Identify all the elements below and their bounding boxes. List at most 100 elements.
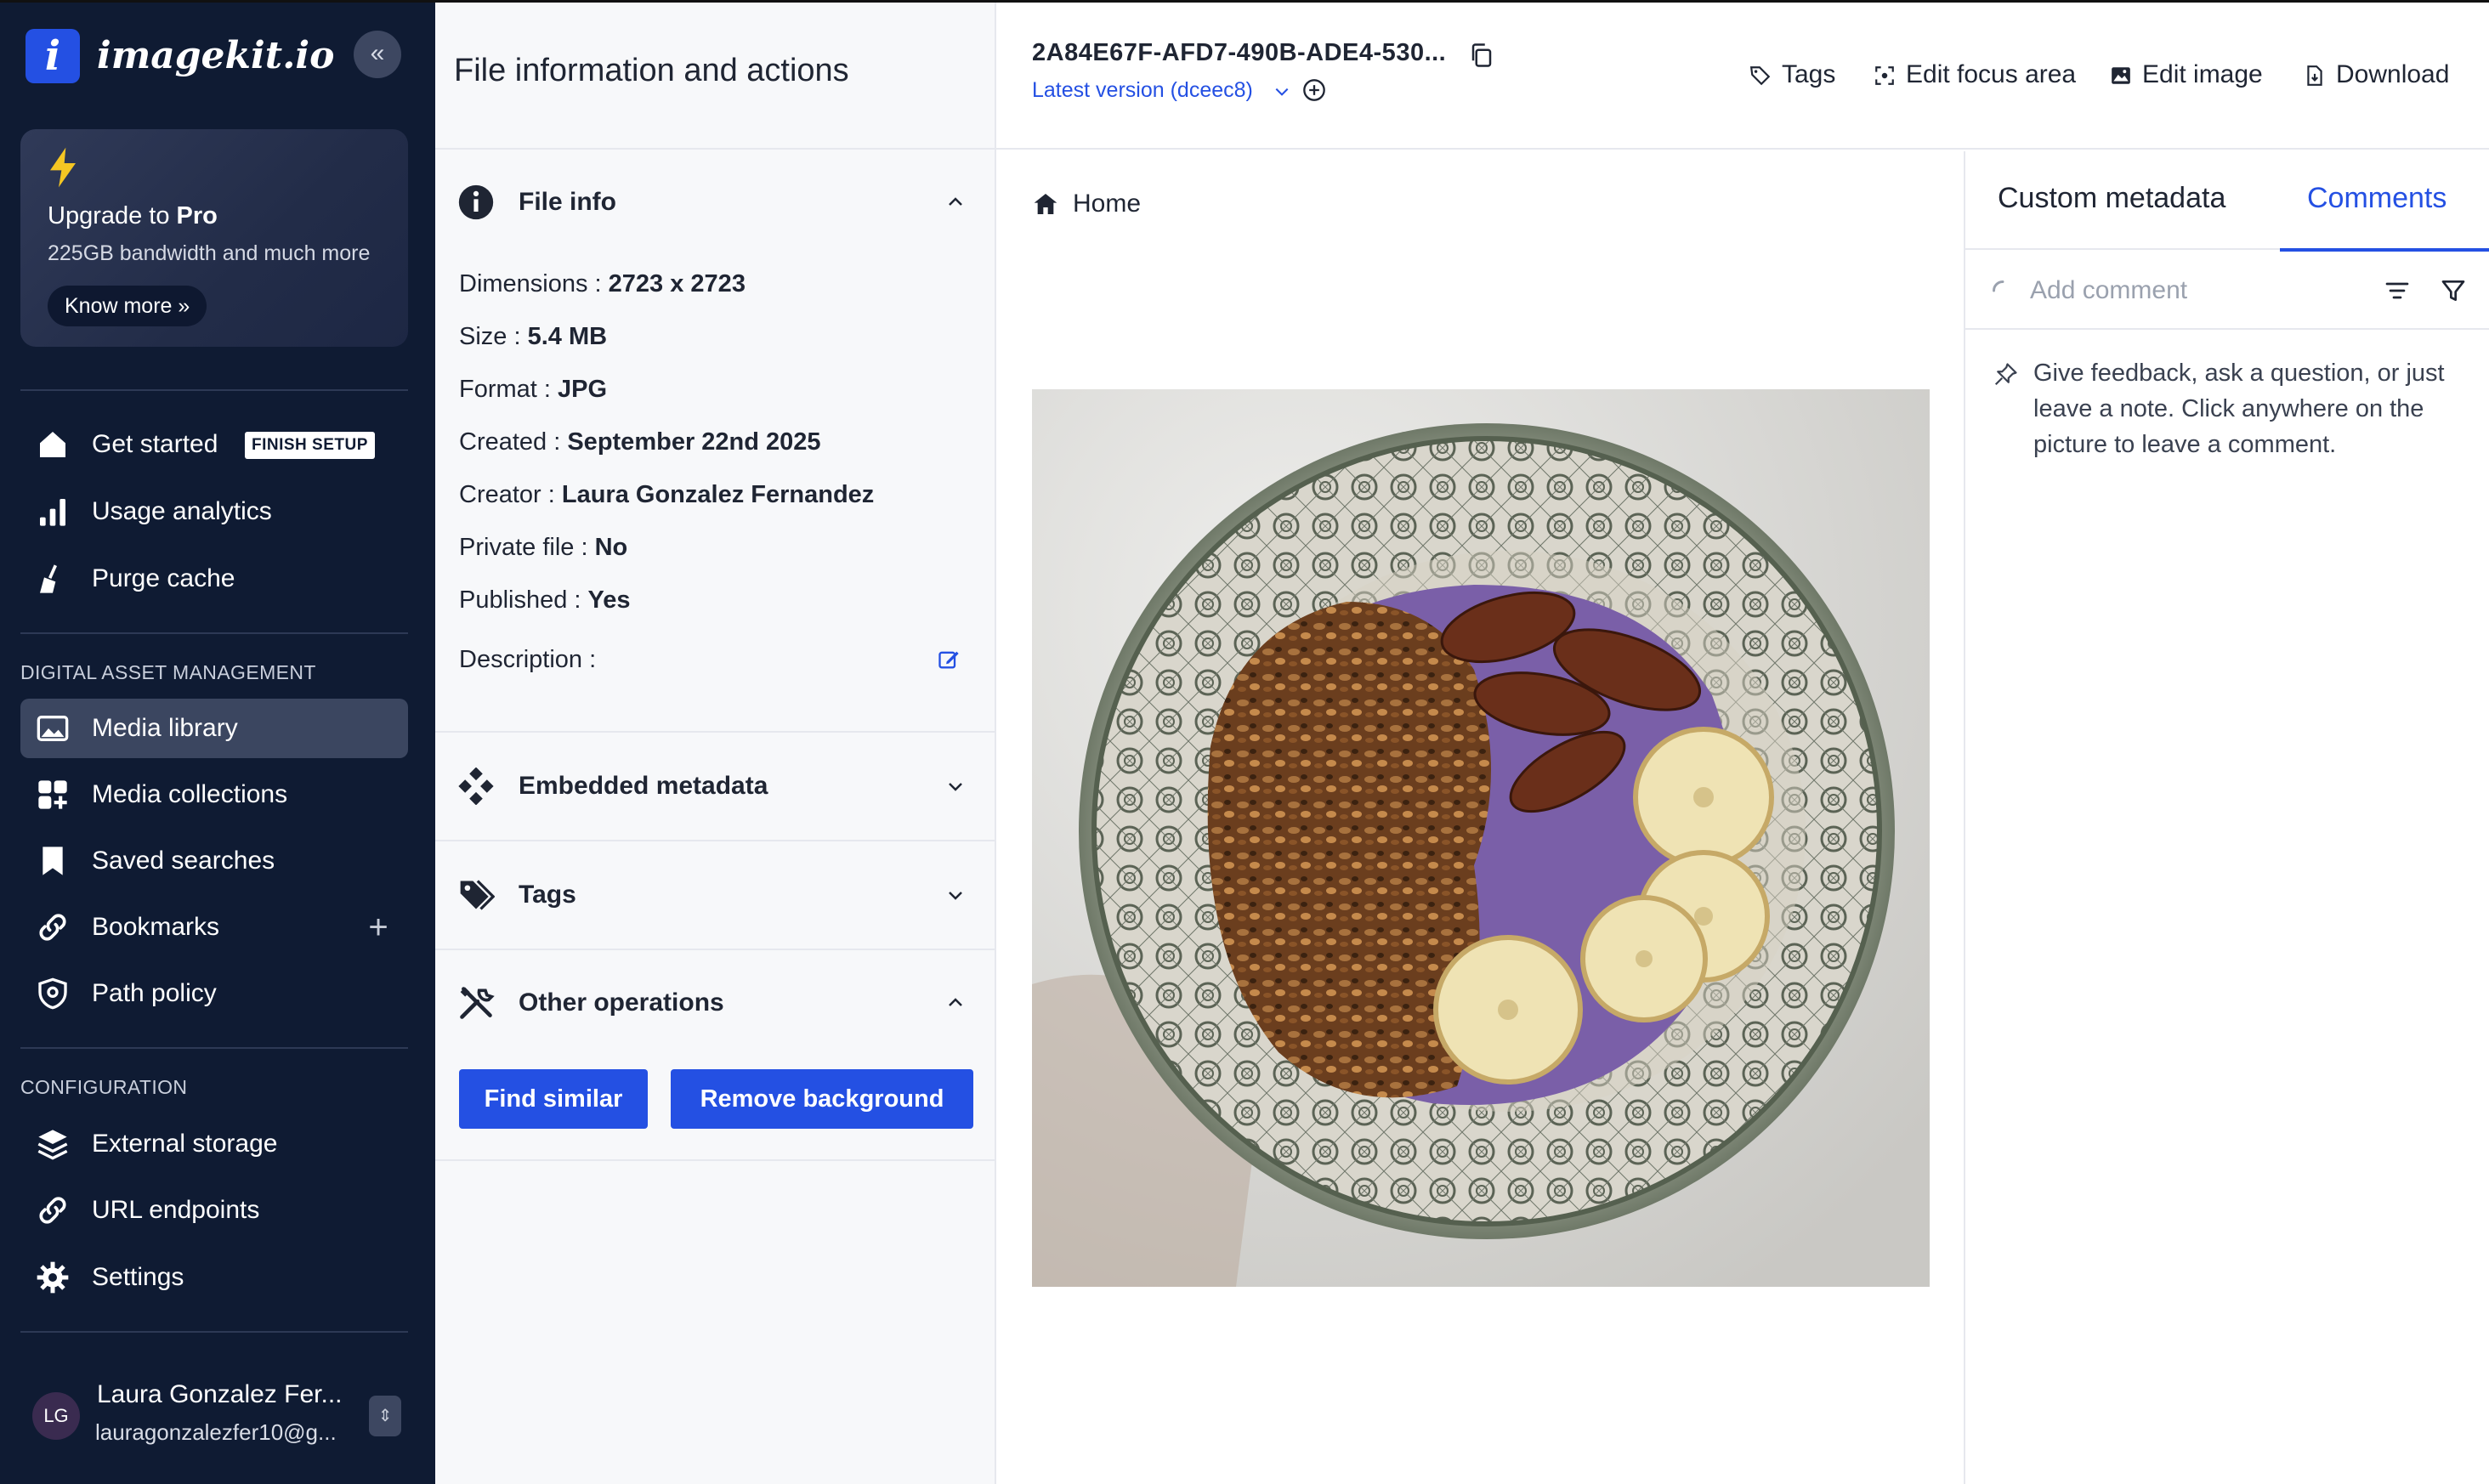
accordion-label: File info — [519, 188, 616, 216]
account-switcher-button[interactable]: ⇕ — [369, 1396, 401, 1436]
property-creator: Creator : Laura Gonzalez Fernandez — [459, 481, 875, 508]
nav-usage-analytics[interactable]: Usage analytics — [20, 482, 408, 541]
tags-icon — [460, 880, 495, 910]
divider — [20, 632, 408, 634]
nav-label: Get started — [92, 430, 218, 458]
nav-media-collections[interactable]: Media collections — [20, 765, 408, 824]
action-label: Tags — [1782, 60, 1836, 88]
breadcrumb-home: Home — [1073, 190, 1142, 218]
nav-label: External storage — [92, 1130, 278, 1158]
nav-label: Path policy — [92, 979, 217, 1007]
divider — [435, 840, 995, 841]
gear-icon — [37, 1261, 69, 1294]
image-canvas[interactable]: Home — [996, 151, 1964, 1484]
imagekit-logo-icon: i — [26, 29, 80, 83]
info-panel-header: File information and actions — [435, 0, 995, 150]
collapse-sidebar-button[interactable]: « — [354, 31, 401, 78]
bookmark-icon — [43, 847, 63, 875]
upgrade-subtitle: 225GB bandwidth and much more — [48, 241, 371, 265]
sort-icon[interactable] — [2384, 277, 2411, 304]
link-icon — [39, 914, 66, 941]
property-created: Created : September 22nd 2025 — [459, 428, 821, 456]
brand-name: imagekit.io — [97, 34, 335, 77]
user-name: Laura Gonzalez Fer... — [97, 1380, 343, 1408]
tools-icon — [460, 987, 495, 1019]
chevron-down-icon[interactable] — [1273, 83, 1290, 100]
comment-input-row: Add comment — [1965, 252, 2489, 330]
accordion-label: Tags — [519, 881, 576, 909]
chevron-down-icon[interactable] — [945, 776, 966, 796]
info-icon — [458, 184, 494, 220]
property-private-file: Private file : No — [459, 534, 628, 561]
lightning-icon — [50, 147, 76, 188]
file-info-accordion-header[interactable]: File info — [435, 177, 995, 228]
version-selector[interactable]: Latest version (dceec8) — [1032, 78, 1253, 103]
find-similar-button[interactable]: Find similar — [459, 1069, 648, 1129]
nav-path-policy[interactable]: Path policy — [20, 964, 408, 1023]
user-email: lauragonzalezfer10@g... — [95, 1419, 337, 1445]
section-label-dam: DIGITAL ASSET MANAGEMENT — [20, 661, 316, 683]
nav-label: Usage analytics — [92, 497, 272, 525]
property-published: Published : Yes — [459, 586, 631, 614]
bar-chart-icon — [40, 499, 65, 526]
nav-purge-cache[interactable]: Purge cache — [20, 549, 408, 609]
nav-bookmarks[interactable]: Bookmarks + — [20, 898, 408, 957]
layers-icon — [37, 1130, 68, 1160]
divider — [20, 1047, 408, 1049]
comments-empty-hint: Give feedback, ask a question, or just l… — [2033, 360, 2445, 458]
tags-accordion-header[interactable]: Tags — [435, 869, 995, 920]
avatar: LG — [32, 1392, 80, 1440]
nav-media-library[interactable]: Media library — [20, 699, 408, 758]
nav-label: Saved searches — [92, 847, 275, 875]
copy-icon[interactable] — [1469, 42, 1494, 68]
nav-label: Bookmarks — [92, 913, 220, 941]
nav-url-endpoints[interactable]: URL endpoints — [20, 1181, 408, 1240]
accordion-label: Embedded metadata — [519, 772, 768, 800]
tab-custom-metadata[interactable]: Custom metadata — [1998, 177, 2225, 219]
nav-label: URL endpoints — [92, 1196, 260, 1224]
accordion-label: Other operations — [519, 988, 724, 1017]
comments-panel: Custom metadata Comments Add comment Giv… — [1964, 151, 2489, 1484]
chevron-down-icon[interactable] — [945, 885, 966, 905]
tag-icon — [1749, 66, 1771, 86]
diamond-grid-icon — [458, 767, 494, 805]
finish-setup-badge: FINISH SETUP — [245, 432, 375, 459]
brand: i imagekit.io « — [26, 25, 408, 85]
collections-icon — [38, 780, 67, 809]
know-more-button[interactable]: Know more » — [48, 286, 207, 326]
main-area: 2A84E67F-AFD7-490B-ADE4-530... Latest ve… — [996, 0, 2489, 1484]
pin-icon — [1994, 363, 2017, 386]
nav-label: Media collections — [92, 780, 288, 808]
file-id: 2A84E67F-AFD7-490B-ADE4-530... — [1032, 39, 1447, 66]
remove-background-button[interactable]: Remove background — [671, 1069, 973, 1129]
chevron-up-icon[interactable] — [945, 993, 966, 1013]
file-info-panel: File information and actions File info D… — [435, 0, 996, 1484]
shield-icon — [38, 977, 67, 1010]
image-preview[interactable] — [1032, 389, 1930, 1287]
focus-icon — [1875, 66, 1894, 85]
add-bookmark-button[interactable]: + — [357, 906, 400, 949]
add-comment-input[interactable]: Add comment — [2030, 274, 2187, 308]
nav-external-storage[interactable]: External storage — [20, 1114, 408, 1174]
nav-get-started[interactable]: Get started FINISH SETUP — [20, 415, 408, 474]
property-size: Size : 5.4 MB — [459, 323, 608, 350]
chevron-up-icon[interactable] — [945, 192, 966, 212]
nav-label: Media library — [92, 714, 238, 742]
nav-saved-searches[interactable]: Saved searches — [20, 831, 408, 891]
add-version-icon[interactable] — [1302, 78, 1326, 102]
user-account[interactable]: LG Laura Gonzalez Fer... lauragonzalezfe… — [20, 1368, 408, 1462]
edit-description-icon[interactable] — [937, 648, 961, 671]
tab-comments[interactable]: Comments — [2307, 177, 2446, 219]
other-operations-accordion-header[interactable]: Other operations — [435, 977, 995, 1028]
embedded-metadata-accordion-header[interactable]: Embedded metadata — [435, 761, 995, 812]
sidebar: i imagekit.io « Upgrade to Pro 225GB ban… — [0, 0, 435, 1484]
nav-settings[interactable]: Settings — [20, 1248, 408, 1307]
smoothie-bowl-photo — [1032, 389, 1930, 1287]
divider — [435, 1159, 995, 1161]
home-icon — [40, 432, 65, 457]
property-dimensions: Dimensions : 2723 x 2723 — [459, 270, 746, 297]
images-icon — [37, 716, 69, 741]
filter-icon[interactable] — [2440, 277, 2467, 304]
property-description: Description : — [459, 646, 597, 673]
upgrade-title: Upgrade to Pro — [48, 202, 218, 229]
